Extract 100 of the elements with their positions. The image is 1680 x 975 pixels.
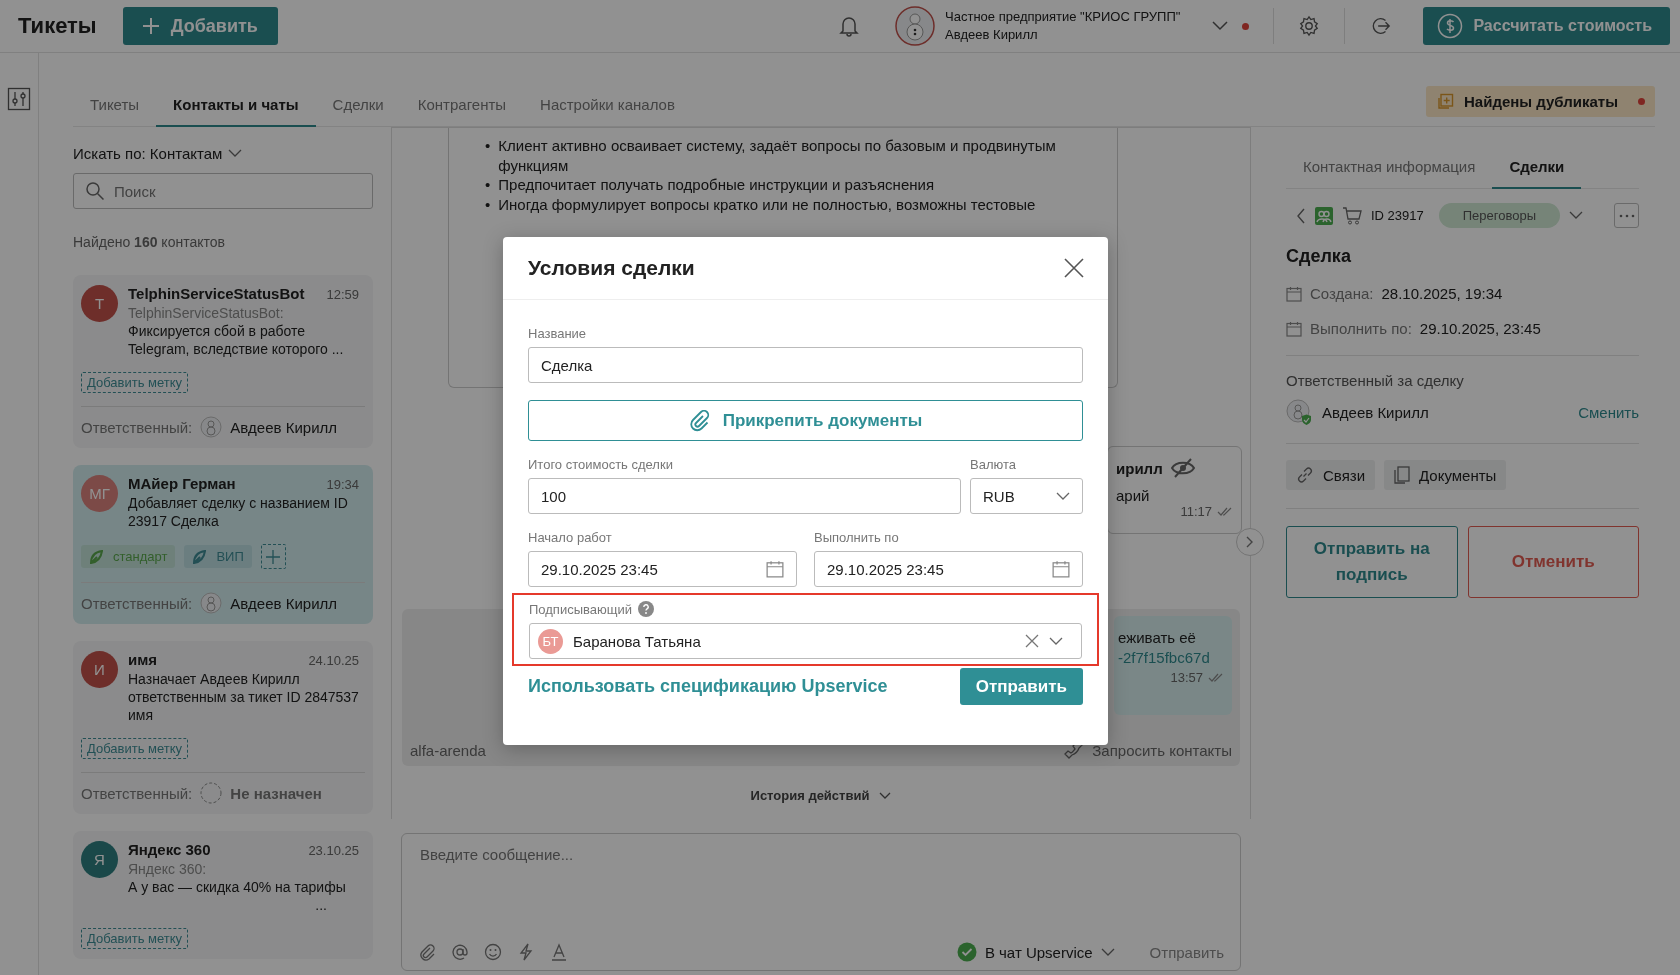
signer-avatar: БТ (538, 628, 563, 654)
start-date-input[interactable]: 29.10.2025 23:45 (528, 551, 797, 587)
message-link[interactable]: -2f7f15fbc67d (1118, 648, 1224, 668)
tab[interactable]: Сделки (1492, 145, 1582, 189)
message-sender: TelphinServiceStatusBot: (128, 304, 285, 322)
responsible-label: Ответственный: (81, 594, 193, 612)
currency-select[interactable]: RUB (970, 478, 1083, 514)
documents-button[interactable]: Документы (1384, 460, 1507, 490)
contact-card[interactable]: Т TelphinServiceStatusBot 12:59 TelphinServiceStatusBot: Фиксируется сбой в работе Telegram, вследствие которого ... Добавить метку Ответственный: Авдеев Кирилл (73, 275, 373, 448)
send-for-signature-button[interactable]: Отправить на подпись (1286, 526, 1458, 598)
responsible-name: Авдеев Кирилл (1322, 403, 1429, 421)
tab[interactable]: Контрагенты (400, 96, 524, 127)
mention-icon[interactable] (451, 943, 469, 961)
contact-name: МАйер Герман (128, 475, 236, 493)
back-icon[interactable] (1296, 207, 1306, 224)
settings-icon[interactable] (1298, 15, 1321, 37)
tab[interactable]: Тикеты (73, 96, 157, 127)
responsible-name: Авдеев Кирилл (230, 418, 338, 436)
close-icon (1064, 258, 1084, 278)
calculate-cost-button[interactable]: Рассчитать стоимость (1423, 7, 1670, 45)
change-link[interactable]: Сменить (1578, 403, 1639, 421)
clear-icon[interactable] (1025, 634, 1039, 648)
bell-icon[interactable] (839, 15, 860, 37)
avatar-icon (1286, 399, 1312, 425)
paperclip-icon[interactable] (418, 943, 436, 961)
summary-item: Иногда формулирует вопросы кратко или не полностью, возможны тестовые (498, 194, 1037, 214)
use-specification-link[interactable]: Использовать спецификацию Upservice (528, 676, 888, 697)
message-sender: Яндекс 360: (128, 860, 208, 878)
tab[interactable]: Настройки каналов (523, 96, 692, 127)
message-input[interactable]: Введите сообщение... (418, 844, 1224, 942)
total-cost-input[interactable]: 100 (528, 478, 961, 514)
emoji-icon[interactable] (484, 943, 502, 961)
text-format-icon[interactable] (550, 943, 568, 961)
submit-button[interactable]: Отправить (959, 668, 1083, 705)
chevron-down-icon[interactable] (1569, 211, 1584, 220)
add-tag-button[interactable] (260, 544, 286, 569)
attach-documents-button[interactable]: Прикрепить документы (528, 400, 1083, 441)
message-composer[interactable]: Введите сообщение... В чат Upservice Отправить (401, 833, 1241, 971)
lightning-icon[interactable] (517, 943, 535, 961)
add-tag-button[interactable]: Добавить метку (81, 372, 189, 393)
plus-icon (266, 549, 281, 564)
add-tag-button[interactable]: Добавить метку (81, 928, 189, 949)
message-preview: Назначает Авдеев Кирилл ответственным за тикет ID 2847537 имя (128, 670, 360, 724)
created-label: Создана: (1310, 285, 1374, 302)
tab[interactable]: Контакты и чаты (156, 96, 316, 127)
channel-name: alfa-arenda (410, 741, 486, 759)
responsible-name: Авдеев Кирилл (230, 594, 338, 612)
bullet-marker: • (485, 136, 491, 156)
due-label: Выполнить по: (1310, 320, 1412, 337)
message-preview: Добавляет сделку с названием ID 23917 Сделка (128, 494, 349, 530)
add-button[interactable]: Добавить (122, 7, 278, 45)
more-icon (1618, 213, 1635, 218)
search-by-dropdown[interactable]: Искать по: Контактам (73, 145, 243, 162)
status-pill[interactable]: Переговоры (1438, 203, 1561, 228)
ellipsis-text: ... (315, 896, 327, 914)
chevron-down-icon (879, 791, 892, 800)
contact-card[interactable]: И имя 24.10.25 Назначает Авдеев Кирилл ответственным за тикет ID 2847537 имя Добавить метку Ответственный: Не назначен (73, 641, 373, 814)
message-time: 19:34 (326, 476, 359, 494)
tab[interactable]: Сделки (315, 96, 401, 127)
add-tag-button[interactable]: Добавить метку (81, 738, 189, 759)
deal-id: ID 23917 (1371, 208, 1424, 223)
chevron-down-icon (228, 149, 243, 158)
calendar-icon (1286, 320, 1302, 337)
filter-icon[interactable] (7, 87, 31, 111)
action-history-toggle[interactable]: История действий (750, 788, 892, 803)
send-button[interactable]: Отправить (1149, 943, 1224, 961)
name-input[interactable]: Сделка (528, 347, 1083, 383)
avatar-icon[interactable] (895, 6, 936, 46)
responsible-label: Ответственный: (81, 784, 193, 802)
send-target-dropdown[interactable]: В чат Upservice (956, 942, 1115, 962)
tab[interactable]: Контактная информация (1286, 145, 1493, 189)
due-date-input[interactable]: 29.10.2025 23:45 (814, 551, 1083, 587)
summary-item: Предпочитает получать подробные инструкции и разъяснения (498, 175, 936, 195)
chevron-down-icon[interactable] (1212, 21, 1229, 31)
company-name: Частное предприятие "КРИОС ГРУПП" (945, 8, 1181, 26)
created-date: 28.10.2025, 19:34 (1381, 285, 1503, 302)
links-button[interactable]: Связи (1286, 460, 1375, 490)
avatar-icon (200, 592, 223, 614)
cancel-button[interactable]: Отменить (1467, 526, 1639, 598)
summary-item: Клиент активно осваивает систему, задаёт вопросы по базовым и продвинутым функциям (498, 136, 1057, 175)
chevron-down-icon (1056, 491, 1070, 501)
due-date: 29.10.2025, 23:45 (1419, 320, 1541, 337)
bullet-marker: • (485, 175, 491, 195)
message-time: 12:59 (326, 286, 359, 304)
people-icon (1315, 206, 1333, 225)
close-button[interactable] (1064, 258, 1084, 278)
field-label: Выполнить по (814, 530, 900, 545)
contact-name: Яндекс 360 (128, 841, 211, 859)
contact-card[interactable]: МГ МАйер Герман 19:34 Добавляет сделку с названием ID 23917 Сделка стандарт ВИП Ответственный: Авдеев Кирилл (73, 465, 373, 624)
responsible-label: Ответственный за сделку (1286, 372, 1465, 389)
responsible-name: Не назначен (230, 784, 322, 802)
chevron-down-icon[interactable] (1049, 636, 1063, 646)
dialog-title: Условия сделки (528, 256, 695, 280)
contact-card[interactable]: Я Яндекс 360 23.10.25 Яндекс 360: А у вас — скидка 40% на тарифы ... Добавить метку (73, 831, 373, 959)
help-icon[interactable] (638, 601, 654, 617)
search-field[interactable]: Поиск (73, 173, 373, 209)
duplicates-button[interactable]: Найдены дубликаты (1426, 86, 1655, 117)
notification-dot (1242, 22, 1250, 30)
check-circle-icon (956, 942, 977, 962)
signer-select[interactable]: БТ Баранова Татьяна (529, 623, 1082, 659)
